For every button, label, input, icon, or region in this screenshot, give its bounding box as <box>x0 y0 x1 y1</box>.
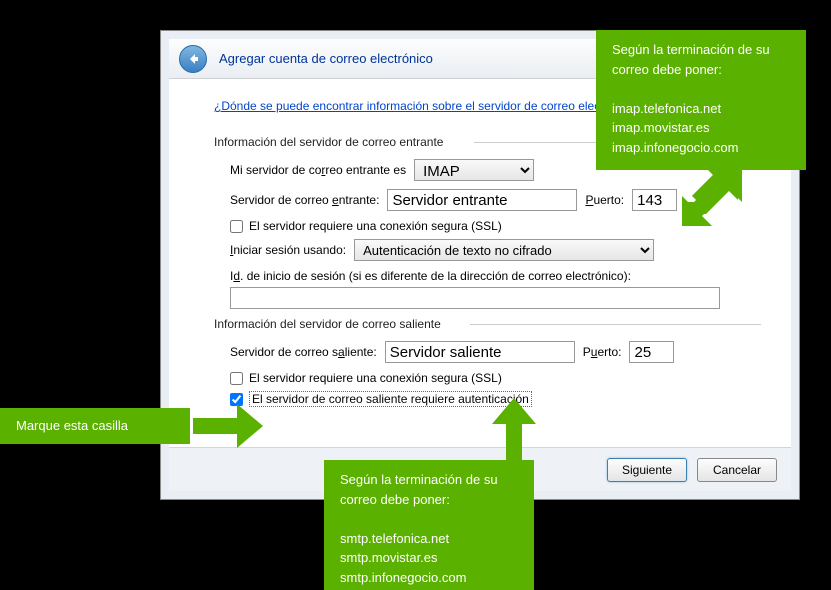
incoming-port-input[interactable] <box>632 189 677 211</box>
next-button[interactable]: Siguiente <box>607 458 687 482</box>
incoming-ssl-label: El servidor requiere una conexión segura… <box>249 219 502 233</box>
arrow-smtp-icon <box>492 398 536 460</box>
incoming-type-label: Mi servidor de correo entrante es <box>230 163 406 177</box>
outgoing-port-input[interactable] <box>629 341 674 363</box>
callout-smtp-text1: Según la terminación de su correo debe p… <box>340 470 518 509</box>
outgoing-auth-row: El servidor de correo saliente requiere … <box>214 391 761 407</box>
callout-imap: Según la terminación de su correo debe p… <box>596 30 806 170</box>
callout-smtp-text3: smtp.movistar.es <box>340 548 518 568</box>
window-title: Agregar cuenta de correo electrónico <box>219 51 433 66</box>
outgoing-ssl-row: El servidor requiere una conexión segura… <box>214 371 761 385</box>
login-id-label: Id. de inicio de sesión (si es diferente… <box>230 269 631 283</box>
back-arrow-icon <box>185 51 201 67</box>
outgoing-server-label: Servidor de correo saliente: <box>230 345 377 359</box>
login-id-input-row <box>214 287 761 309</box>
outgoing-ssl-label: El servidor requiere una conexión segura… <box>249 371 502 385</box>
callout-imap-text1: Según la terminación de su correo debe p… <box>612 40 790 79</box>
outgoing-ssl-checkbox[interactable] <box>230 372 243 385</box>
login-label: Iniciar sesión usando: <box>230 243 346 257</box>
callout-smtp-text4: smtp.infonegocio.com <box>340 568 518 588</box>
login-method-select[interactable]: Autenticación de texto no cifrado <box>354 239 654 261</box>
callout-checkbox: Marque esta casilla <box>0 408 190 444</box>
outgoing-auth-label: El servidor de correo saliente requiere … <box>249 391 532 407</box>
incoming-ssl-checkbox[interactable] <box>230 220 243 233</box>
incoming-port-label: Puerto: <box>585 193 624 207</box>
incoming-server-row: Servidor de correo entrante: Puerto: <box>214 189 761 211</box>
cancel-button[interactable]: Cancelar <box>697 458 777 482</box>
arrow-checkbox-icon <box>193 404 263 448</box>
callout-smtp-text2: smtp.telefonica.net <box>340 529 518 549</box>
callout-imap-text2: imap.telefonica.net <box>612 99 790 119</box>
login-id-input[interactable] <box>230 287 720 309</box>
callout-imap-text4: imap.infonegocio.com <box>612 138 790 158</box>
login-id-label-row: Id. de inicio de sesión (si es diferente… <box>214 269 761 283</box>
outgoing-server-input[interactable] <box>385 341 575 363</box>
callout-checkbox-text: Marque esta casilla <box>16 416 128 436</box>
incoming-type-select[interactable]: IMAP <box>414 159 534 181</box>
arrow-imap-icon <box>682 166 742 226</box>
incoming-server-label: Servidor de correo entrante: <box>230 193 379 207</box>
outgoing-server-row: Servidor de correo saliente: Puerto: <box>214 341 761 363</box>
callout-imap-text3: imap.movistar.es <box>612 118 790 138</box>
back-button[interactable] <box>179 45 207 73</box>
outgoing-port-label: Puerto: <box>583 345 622 359</box>
login-row: Iniciar sesión usando: Autenticación de … <box>214 239 761 261</box>
help-link[interactable]: ¿Dónde se puede encontrar información so… <box>214 99 643 113</box>
callout-smtp: Según la terminación de su correo debe p… <box>324 460 534 590</box>
outgoing-group-label: Información del servidor de correo salie… <box>214 317 761 331</box>
incoming-server-input[interactable] <box>387 189 577 211</box>
incoming-ssl-row: El servidor requiere una conexión segura… <box>214 219 761 233</box>
